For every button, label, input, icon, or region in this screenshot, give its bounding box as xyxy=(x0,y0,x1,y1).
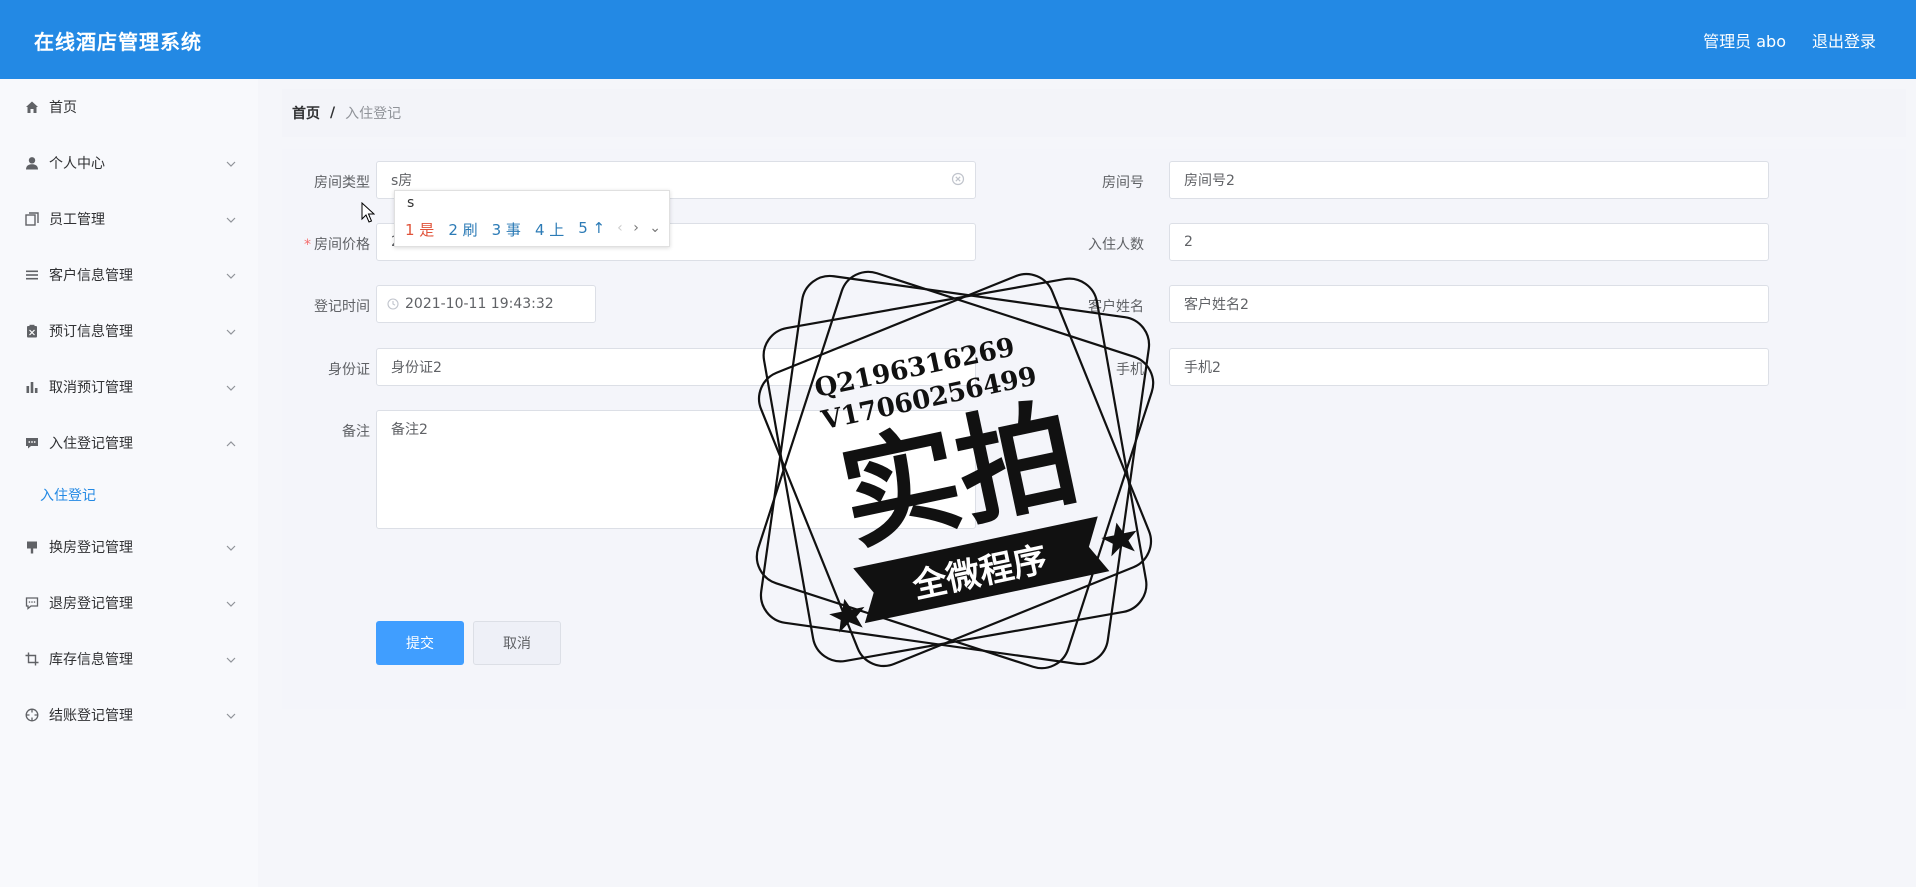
guests-value: 2 xyxy=(1184,234,1193,250)
sidebar-item-home[interactable]: 首页 xyxy=(0,79,258,135)
sidebar-item-checkout[interactable]: 退房登记管理 xyxy=(0,575,258,631)
guests-label: 入住人数 xyxy=(1088,237,1144,253)
remark-label: 备注 xyxy=(342,424,370,440)
customer-name-input[interactable]: 客户姓名2 xyxy=(1169,285,1769,323)
top-header: 在线酒店管理系统 管理员 abo 退出登录 xyxy=(0,0,1916,79)
cancel-button[interactable]: 取消 xyxy=(473,621,561,665)
sidebar: 首页 个人中心 员工管理 客户信息管理 预订信息管理 取消预订管理 入住登记管理… xyxy=(0,79,258,887)
flag-icon xyxy=(24,539,40,555)
clock-icon xyxy=(387,298,399,310)
compass-icon xyxy=(24,707,40,723)
sidebar-item-booking[interactable]: 预订信息管理 xyxy=(0,303,258,359)
submit-button[interactable]: 提交 xyxy=(376,621,464,665)
crop-icon xyxy=(24,651,40,667)
room-price-label: * 房间价格 xyxy=(304,237,370,253)
logout-button[interactable]: 退出登录 xyxy=(1812,28,1876,52)
chevron-down-icon xyxy=(226,539,236,555)
ime-candidate[interactable]: 5 ↑ xyxy=(578,219,605,240)
checkin-time-input[interactable]: 2021-10-11 19:43:32 xyxy=(376,285,596,323)
sidebar-item-label: 客户信息管理 xyxy=(49,268,133,284)
admin-user-label[interactable]: 管理员 abo xyxy=(1703,28,1786,52)
bar-chart-icon xyxy=(24,379,40,395)
app-title: 在线酒店管理系统 xyxy=(34,30,202,54)
checkin-time-label: 登记时间 xyxy=(314,299,370,315)
sidebar-item-checkin[interactable]: 入住登记管理 xyxy=(0,415,258,471)
sidebar-item-inventory[interactable]: 库存信息管理 xyxy=(0,631,258,687)
sidebar-item-label: 预订信息管理 xyxy=(49,324,133,340)
sidebar-item-customer[interactable]: 客户信息管理 xyxy=(0,247,258,303)
sidebar-item-label: 个人中心 xyxy=(49,156,105,172)
sidebar-item-billing[interactable]: 结账登记管理 xyxy=(0,687,258,743)
mouse-cursor-icon xyxy=(361,201,376,228)
comment-icon xyxy=(24,595,40,611)
phone-input[interactable]: 手机2 xyxy=(1169,348,1769,386)
sidebar-item-profile[interactable]: 个人中心 xyxy=(0,135,258,191)
user-icon xyxy=(24,155,40,171)
breadcrumb: 首页 / 入住登记 xyxy=(282,89,1906,137)
room-price-label-text: 房间价格 xyxy=(314,237,370,253)
sidebar-item-room-change[interactable]: 换房登记管理 xyxy=(0,519,258,575)
ime-candidate[interactable]: 2 刷 xyxy=(448,219,477,240)
ime-candidate[interactable]: 4 上 xyxy=(535,219,564,240)
copy-icon xyxy=(24,211,40,227)
remark-value: 备注2 xyxy=(391,422,428,438)
watermark-stamp: Q2196316269 V17060256499 实拍 全微程序 xyxy=(740,255,1170,685)
chevron-up-icon xyxy=(226,435,236,451)
chevron-down-icon xyxy=(226,379,236,395)
ime-candidate[interactable]: 1 是 xyxy=(405,219,434,240)
id-card-value: 身份证2 xyxy=(391,360,442,376)
chevron-down-icon xyxy=(226,323,236,339)
ime-composition: s xyxy=(407,195,415,211)
ime-candidate-list: 1 是 2 刷 3 事 4 上 5 ↑ xyxy=(405,219,605,240)
chat-icon xyxy=(24,435,40,451)
sidebar-item-label: 首页 xyxy=(49,100,77,116)
guests-input[interactable]: 2 xyxy=(1169,223,1769,261)
sidebar-item-staff[interactable]: 员工管理 xyxy=(0,191,258,247)
sidebar-item-label: 员工管理 xyxy=(49,212,105,228)
chevron-down-icon[interactable]: ⌄ xyxy=(649,220,661,236)
ime-page-controls[interactable]: ‹ › ⌄ xyxy=(617,220,661,236)
sidebar-item-cancel-booking[interactable]: 取消预订管理 xyxy=(0,359,258,415)
chevron-down-icon xyxy=(226,155,236,171)
sidebar-item-label: 入住登记管理 xyxy=(49,436,133,452)
chevron-down-icon xyxy=(226,267,236,283)
chevron-down-icon xyxy=(226,211,236,227)
room-type-label: 房间类型 xyxy=(314,175,370,191)
room-no-value: 房间号2 xyxy=(1184,173,1235,189)
checkin-time-value: 2021-10-11 19:43:32 xyxy=(405,296,554,312)
clipboard-icon xyxy=(24,323,40,339)
phone-value: 手机2 xyxy=(1184,360,1221,376)
breadcrumb-home[interactable]: 首页 xyxy=(292,103,320,123)
chevron-down-icon xyxy=(226,707,236,723)
id-card-label: 身份证 xyxy=(328,362,370,378)
sidebar-item-label: 取消预订管理 xyxy=(49,380,133,396)
breadcrumb-separator: / xyxy=(330,105,336,121)
sidebar-item-label: 库存信息管理 xyxy=(49,652,133,668)
chevron-left-icon[interactable]: ‹ xyxy=(617,220,623,236)
chevron-down-icon xyxy=(226,595,236,611)
sidebar-subitem-checkin[interactable]: 入住登记 xyxy=(0,471,258,519)
sidebar-item-label: 结账登记管理 xyxy=(49,708,133,724)
breadcrumb-current: 入住登记 xyxy=(345,106,402,122)
chevron-right-icon[interactable]: › xyxy=(633,220,639,236)
sidebar-item-label: 退房登记管理 xyxy=(49,596,133,612)
room-type-value: s房 xyxy=(391,173,413,189)
room-no-label: 房间号 xyxy=(1102,175,1144,191)
sidebar-item-label: 换房登记管理 xyxy=(49,540,133,556)
chevron-down-icon xyxy=(226,651,236,667)
home-icon xyxy=(24,99,40,115)
room-no-input[interactable]: 房间号2 xyxy=(1169,161,1769,199)
menu-icon xyxy=(24,267,40,283)
clear-icon[interactable] xyxy=(951,172,965,190)
ime-candidate-popup: s 1 是 2 刷 3 事 4 上 5 ↑ ‹ › ⌄ xyxy=(394,190,670,247)
customer-name-value: 客户姓名2 xyxy=(1184,297,1249,313)
ime-candidate[interactable]: 3 事 xyxy=(492,219,521,240)
